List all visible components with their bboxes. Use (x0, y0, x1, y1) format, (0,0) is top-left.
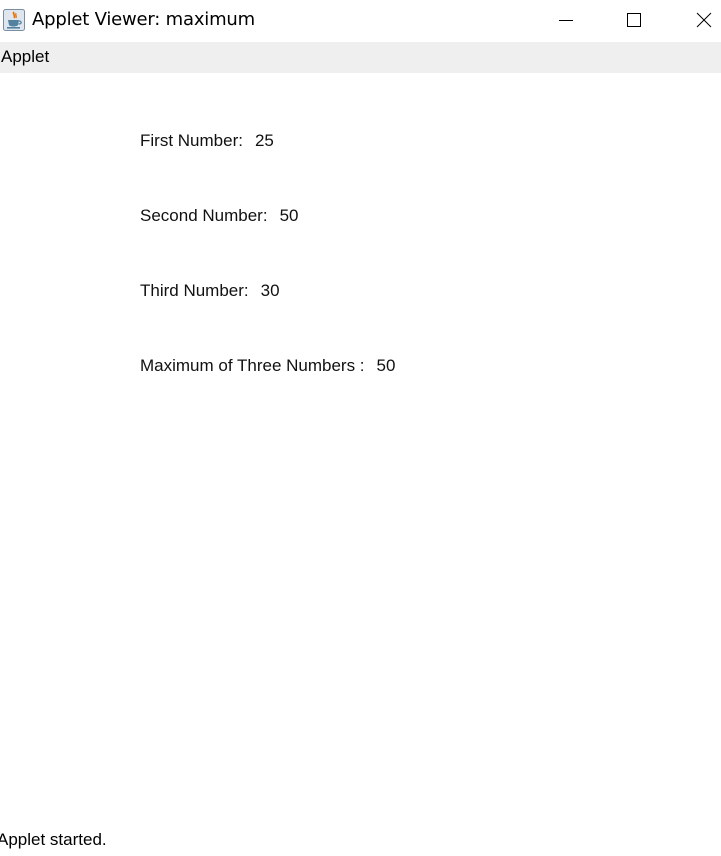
third-number-label: Third Number: (140, 281, 249, 300)
applet-viewer-window: Applet Viewer: maximum Applet First Numb… (0, 0, 721, 856)
applet-panel: First Number: 25 Second Number: 50 Third N… (0, 73, 721, 823)
maximize-icon (627, 13, 641, 27)
window-title: Applet Viewer: maximum (32, 9, 255, 30)
maximum-line: Maximum of Three Numbers : 50 (140, 356, 395, 376)
third-number-line: Third Number: 30 (140, 281, 280, 301)
first-number-value: 25 (254, 131, 274, 150)
third-number-value: 30 (260, 281, 280, 300)
maximize-button[interactable] (611, 0, 657, 40)
close-button[interactable] (681, 0, 721, 40)
java-coffee-cup-icon[interactable] (3, 9, 25, 31)
second-number-label: Second Number: (140, 206, 268, 225)
first-number-line: First Number: 25 (140, 131, 274, 151)
minimize-icon (559, 20, 573, 21)
title-bar[interactable]: Applet Viewer: maximum (0, 0, 721, 42)
menu-applet[interactable]: Applet (1, 47, 49, 67)
status-bar-text: Applet started. (0, 830, 107, 849)
maximum-label: Maximum of Three Numbers : (140, 356, 365, 375)
close-icon (696, 12, 712, 28)
minimize-button[interactable] (543, 0, 589, 40)
menu-bar: Applet (0, 42, 721, 73)
second-number-line: Second Number: 50 (140, 206, 299, 226)
first-number-label: First Number: (140, 131, 243, 150)
second-number-value: 50 (279, 206, 299, 225)
maximum-value: 50 (376, 356, 396, 375)
